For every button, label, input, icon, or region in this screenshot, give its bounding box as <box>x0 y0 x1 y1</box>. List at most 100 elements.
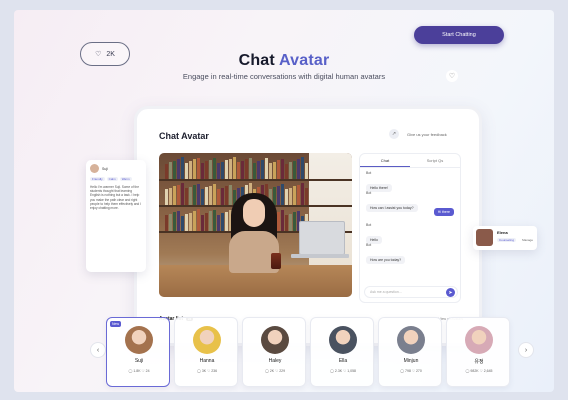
laptop-base <box>291 254 349 258</box>
book-spine <box>249 157 252 179</box>
message-sender: Bot <box>366 223 372 227</box>
avatar <box>125 326 153 354</box>
manage-link[interactable]: Manage <box>522 238 533 242</box>
book-spine <box>213 158 216 179</box>
avatar-card[interactable]: Haley ◯ 2K ♡ 229 <box>242 317 306 387</box>
avatar <box>476 229 493 246</box>
book-spine <box>285 215 288 231</box>
avatar-mini-card[interactable]: Elena Counseling Manage <box>473 226 537 250</box>
book-spine <box>305 162 308 179</box>
hero-subtitle: Engage in real-time conversations with d… <box>182 72 386 81</box>
book-spine <box>289 187 292 205</box>
book-spine <box>305 188 308 205</box>
feedback-link[interactable]: Give us your feedback <box>407 132 447 137</box>
mini-card-tag: Counseling <box>497 238 517 242</box>
drink-glass <box>271 253 281 269</box>
book-spine <box>293 160 296 179</box>
avatar-stats: ◯ 798 ♡ 270 <box>379 369 443 373</box>
book-spine <box>229 158 232 179</box>
book-spine <box>245 159 248 179</box>
book-spine <box>293 212 296 231</box>
like-count: 1,058 <box>347 369 356 373</box>
book-spine <box>213 209 216 231</box>
avatar-card[interactable]: New Suji ◯ 1.8K ♡ 24 <box>106 317 170 387</box>
send-button[interactable]: ➤ <box>446 288 455 297</box>
book-spine <box>165 189 168 205</box>
chat-tabs: Chat Script Qs <box>360 154 460 168</box>
book-spine <box>297 184 300 205</box>
book-spine <box>205 212 208 231</box>
like-count: 270 <box>415 369 422 373</box>
book-spine <box>165 163 168 179</box>
book-spine <box>285 163 288 179</box>
book-spine <box>269 163 272 179</box>
avatar <box>193 326 221 354</box>
tab-script[interactable]: Script Qs <box>410 154 460 167</box>
book-spine <box>173 212 176 231</box>
mini-card-name: Elena <box>497 230 508 235</box>
avatar-card[interactable]: 유정 ◯ 982K ♡ 2,645 <box>446 317 510 387</box>
book-spine <box>221 161 224 179</box>
book-spine <box>205 161 208 179</box>
book-spine <box>193 185 196 205</box>
book-spine <box>177 184 180 205</box>
avatar-card[interactable]: Minjun ◯ 798 ♡ 270 <box>378 317 442 387</box>
tag: Calm <box>106 177 118 181</box>
book-spine <box>237 162 240 179</box>
message-row: How are you today? <box>360 248 460 264</box>
hero-title-main: Chat <box>238 52 279 69</box>
message-row: Hello <box>360 228 460 244</box>
profile-tags: Friendly Calm Warm <box>90 177 142 181</box>
bot-message: How can I assist you today? <box>366 204 418 212</box>
message-list: Bot Hello there! Bot How can I assist you t… <box>360 171 460 264</box>
avatar-stats: ◯ 3K ♡ 236 <box>175 369 239 373</box>
book-spine <box>197 157 200 179</box>
book-spine <box>273 161 276 179</box>
app-title: Chat Avatar <box>159 131 209 141</box>
book-spine <box>189 186 192 205</box>
tab-chat[interactable]: Chat <box>360 154 410 167</box>
start-chatting-button[interactable]: Start Chatting <box>414 26 504 44</box>
book-spine <box>209 211 212 231</box>
user-message: Hi there <box>433 208 454 216</box>
book-spine <box>185 188 188 205</box>
book-spine <box>213 184 216 205</box>
book-spine <box>173 186 176 205</box>
new-badge: New <box>110 321 122 327</box>
book-spine <box>241 160 244 179</box>
avatar-card[interactable]: Ella ◯ 2.3K ♡ 1,058 <box>310 317 374 387</box>
book-spine <box>281 184 284 205</box>
book-spine <box>189 212 192 231</box>
hero-title-accent: Avatar <box>278 52 330 69</box>
book-spine <box>233 157 236 179</box>
book-spine <box>281 210 284 231</box>
favorite-heart-icon[interactable]: ♡ <box>446 70 458 82</box>
message-sender: Bot <box>366 171 372 175</box>
share-icon[interactable]: ↗ <box>389 129 399 139</box>
like-count: 24 <box>145 369 150 373</box>
book-spine <box>205 187 208 205</box>
carousel-next-button[interactable]: › <box>518 342 534 358</box>
like-count: 236 <box>211 369 218 373</box>
avatar-name: Ella <box>338 358 348 364</box>
chat-input[interactable]: Ask me a question... ➤ <box>364 286 458 298</box>
avatar-name: Suji <box>134 358 144 364</box>
hero-title: Chat Avatar <box>14 52 554 70</box>
chat-count: 982K <box>470 369 479 373</box>
profile-description: Hello I'm warmer Suji. Some of the stude… <box>90 185 141 211</box>
chat-input-placeholder: Ask me a question... <box>370 290 402 294</box>
avatar-card[interactable]: Hanna ◯ 3K ♡ 236 <box>174 317 238 387</box>
book-spine <box>181 157 184 179</box>
tag: Warm <box>119 177 132 181</box>
avatar-stats: ◯ 982K ♡ 2,645 <box>447 369 511 373</box>
carousel-prev-button[interactable]: ‹ <box>90 342 106 358</box>
book-spine <box>281 158 284 179</box>
book-spine <box>169 187 172 205</box>
avatar-name: Minjun <box>403 358 419 364</box>
avatar-name: Haley <box>268 358 282 364</box>
book-spine <box>265 158 268 179</box>
avatar <box>261 326 289 354</box>
book-spine <box>201 188 204 205</box>
book-spine <box>165 215 168 231</box>
avatar <box>329 326 357 354</box>
